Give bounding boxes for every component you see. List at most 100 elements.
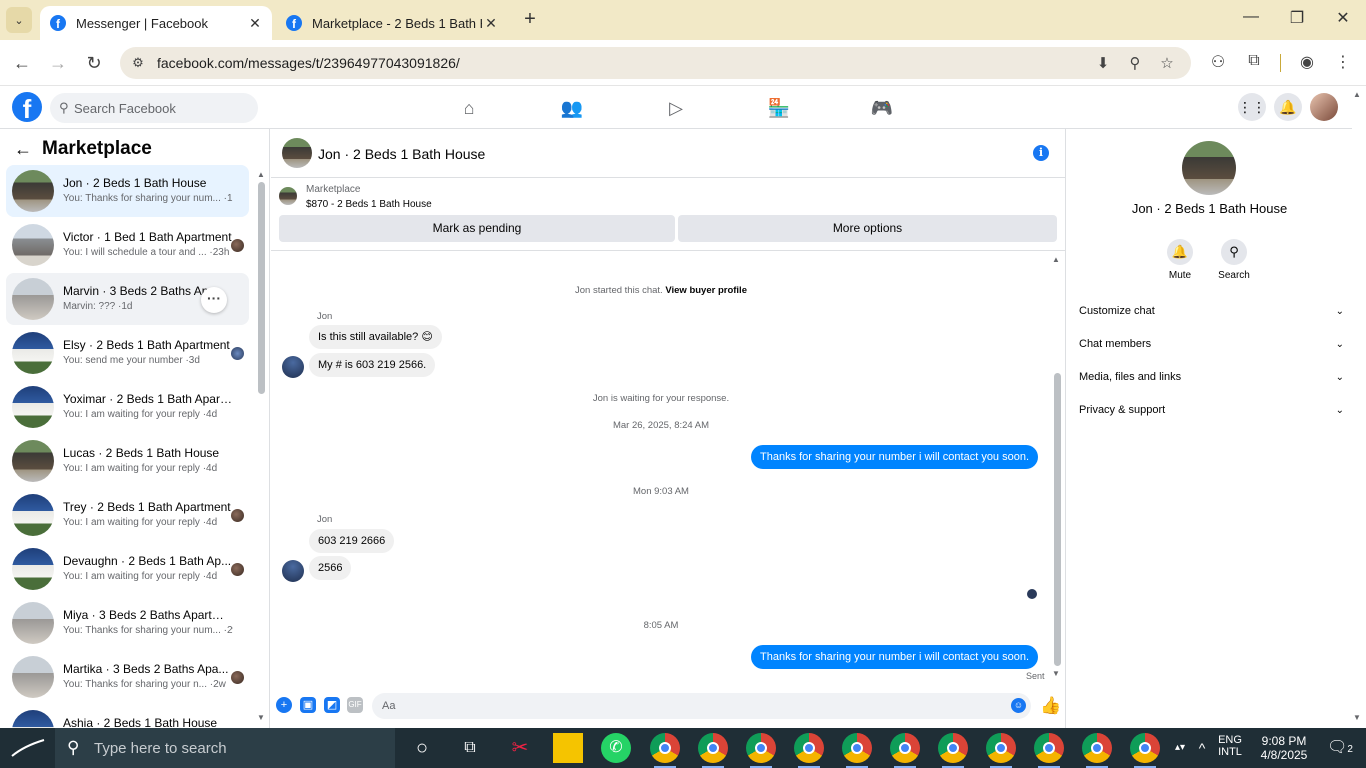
url-text[interactable]: facebook.com/messages/t/2396497704309182… [157, 55, 460, 71]
task-view-icon[interactable]: ⧉ [455, 733, 485, 763]
view-buyer-profile-link[interactable]: View buyer profile [665, 285, 747, 296]
scroll-down-icon[interactable]: ▼ [257, 713, 265, 722]
message-input[interactable] [372, 693, 1031, 719]
video-icon[interactable]: ▷ [663, 95, 689, 121]
chat-members-row[interactable]: Chat members ⌄ [1079, 334, 1344, 354]
plus-icon[interactable]: + [276, 697, 292, 713]
contact-avatar[interactable] [1182, 141, 1236, 195]
cortana-icon[interactable]: ○ [407, 733, 437, 763]
conversation-item[interactable]: Trey · 2 Beds 1 Bath Apartment You: I am… [6, 489, 249, 541]
menu-icon[interactable]: ⋮ [1332, 52, 1354, 74]
profile-icon[interactable]: ◉ [1296, 52, 1318, 74]
forward-icon[interactable]: → [46, 51, 70, 75]
whatsapp-icon[interactable]: ✆ [601, 733, 631, 763]
home-icon[interactable]: ⌂ [456, 95, 482, 121]
conversation-item[interactable]: Ashia · 2 Beds 1 Bath House [6, 705, 249, 728]
photo-icon[interactable]: ▣ [300, 697, 316, 713]
notification-center-icon[interactable]: 🗨2 [1320, 728, 1360, 768]
gif-icon[interactable]: GIF [347, 697, 363, 713]
taskbar-scroll-icon[interactable]: ▴▾ [1172, 728, 1188, 768]
conversation-item[interactable]: Miya · 3 Beds 2 Baths Apartme... You: Th… [6, 597, 249, 649]
bookmark-star-icon[interactable]: ☆ [1157, 54, 1177, 74]
marketplace-icon[interactable]: 🏪 [766, 95, 792, 121]
conversation-item[interactable]: Lucas · 2 Beds 1 Bath House You: I am wa… [6, 435, 249, 487]
chrome-icon[interactable] [1130, 733, 1160, 768]
chrome-icon[interactable] [1034, 733, 1064, 768]
conversation-item[interactable]: Devaughn · 2 Beds 1 Bath Ap... You: I am… [6, 543, 249, 595]
extensions-icon[interactable]: ⧉ [1243, 52, 1265, 74]
tab-messenger[interactable]: f Messenger | Facebook ✕ [40, 6, 272, 40]
close-tab-icon[interactable]: ✕ [482, 15, 500, 32]
mark-pending-button[interactable]: Mark as pending [279, 215, 675, 242]
chrome-icon[interactable] [650, 733, 680, 768]
incoming-message[interactable]: 2566 [309, 556, 352, 580]
more-options-button[interactable]: More options [678, 215, 1057, 242]
taskbar-search[interactable]: ⚲ Type here to search [55, 728, 395, 768]
chrome-icon[interactable] [794, 733, 824, 768]
install-app-icon[interactable]: ⬇ [1093, 54, 1113, 74]
info-icon[interactable]: i [1033, 145, 1049, 161]
tab-marketplace[interactable]: f Marketplace - 2 Beds 1 Bath Ho ✕ [276, 6, 508, 40]
sticky-notes-icon[interactable] [553, 733, 583, 763]
conversation-item[interactable]: Martika · 3 Beds 2 Baths Apa... You: Tha… [6, 651, 249, 703]
conversation-item[interactable]: Marvin · 3 Beds 2 Baths Apa... Marvin: ?… [6, 273, 249, 325]
chat-title[interactable]: Jon · 2 Beds 1 Bath House [318, 146, 485, 162]
outgoing-message[interactable]: Thanks for sharing your number i will co… [751, 445, 1039, 469]
outgoing-message[interactable]: Thanks for sharing your number i will co… [751, 645, 1039, 669]
incoming-message[interactable]: My # is 603 219 2566. [309, 353, 436, 377]
media-files-links-row[interactable]: Media, files and links ⌄ [1079, 367, 1344, 387]
sticker-icon[interactable]: ◩ [324, 697, 340, 713]
back-icon[interactable]: ← [10, 51, 34, 75]
chrome-icon[interactable] [938, 733, 968, 768]
start-button[interactable] [0, 728, 55, 768]
assistant-icon[interactable]: ⚇ [1207, 52, 1229, 74]
conversation-item[interactable]: Elsy · 2 Beds 1 Bath Apartment You: send… [6, 327, 249, 379]
minimize-icon[interactable]: — [1237, 8, 1265, 32]
restore-icon[interactable]: ❐ [1283, 8, 1311, 32]
apps-menu-icon[interactable]: ⋮⋮ [1238, 93, 1266, 121]
chat-avatar[interactable] [282, 138, 312, 168]
thumbs-up-icon[interactable]: 👍 [1040, 696, 1061, 716]
incoming-message[interactable]: 603 219 2666 [309, 529, 395, 553]
reload-icon[interactable]: ↻ [82, 51, 106, 75]
snipping-tool-icon[interactable]: ✂ [505, 733, 535, 763]
back-arrow-icon[interactable]: ← [14, 139, 32, 160]
close-window-icon[interactable]: ✕ [1329, 8, 1357, 32]
listing-banner[interactable]: Marketplace $870 - 2 Beds 1 Bath House [271, 179, 1066, 215]
address-bar[interactable]: ⚙ facebook.com/messages/t/23964977043091… [120, 47, 1191, 79]
page-scroll-up-icon[interactable]: ▲ [1353, 90, 1361, 99]
scroll-up-icon[interactable]: ▲ [1052, 255, 1060, 264]
privacy-support-row[interactable]: Privacy & support ⌄ [1079, 400, 1344, 420]
emoji-icon[interactable]: ☺ [1011, 698, 1026, 713]
sender-avatar[interactable] [282, 560, 304, 582]
mute-button[interactable]: 🔔 Mute [1160, 239, 1200, 281]
customize-chat-row[interactable]: Customize chat ⌄ [1079, 301, 1344, 321]
sender-avatar[interactable] [282, 356, 304, 378]
gaming-icon[interactable]: 🎮 [869, 95, 895, 121]
scroll-up-icon[interactable]: ▲ [257, 170, 265, 179]
facebook-logo[interactable]: f [12, 92, 42, 122]
search-button[interactable]: ⚲ Search [1214, 239, 1254, 281]
sidebar-scrollbar[interactable] [258, 182, 265, 394]
chat-scrollbar[interactable] [1054, 373, 1061, 666]
chrome-icon[interactable] [986, 733, 1016, 768]
clock[interactable]: 9:08 PM 4/8/2025 [1250, 728, 1318, 768]
conversation-item[interactable]: Victor · 1 Bed 1 Bath Apartment You: I w… [6, 219, 249, 271]
chrome-icon[interactable] [890, 733, 920, 768]
tab-search-button[interactable]: ⌄ [6, 7, 32, 33]
incoming-message[interactable]: Is this still available? 😊 [309, 325, 442, 349]
chrome-icon[interactable] [1082, 733, 1112, 768]
more-options-icon[interactable]: ··· [201, 287, 227, 313]
notifications-bell-icon[interactable]: 🔔 [1274, 93, 1302, 121]
profile-avatar[interactable] [1310, 93, 1338, 121]
chrome-icon[interactable] [746, 733, 776, 768]
search-input[interactable] [74, 99, 244, 117]
page-scroll-down-icon[interactable]: ▼ [1353, 713, 1361, 722]
facebook-search[interactable]: ⚲ [50, 93, 258, 123]
new-tab-button[interactable]: + [518, 8, 542, 32]
friends-icon[interactable]: 👥 [559, 95, 585, 121]
language-indicator[interactable]: ENG INTL [1212, 728, 1248, 768]
zoom-icon[interactable]: ⚲ [1125, 54, 1145, 74]
site-info-icon[interactable]: ⚙ [130, 55, 146, 71]
show-hidden-icons-icon[interactable]: ^ [1192, 728, 1212, 768]
